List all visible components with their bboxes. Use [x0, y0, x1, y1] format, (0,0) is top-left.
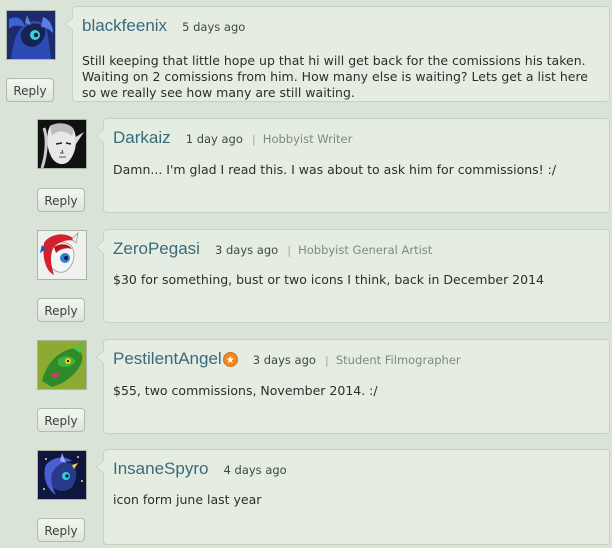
- reply-button[interactable]: Reply: [37, 518, 85, 542]
- comment-bubble: ZeroPegasi 3 days ago | Hobbyist General…: [96, 229, 610, 323]
- comment-text: $55, two commissions, November 2014. :/: [113, 383, 378, 398]
- comment-text: Still keeping that little hope up that h…: [82, 53, 588, 100]
- comment-bubble: InsaneSpyro 4 days ago icon form june la…: [96, 449, 610, 545]
- reply-button[interactable]: Reply: [37, 408, 85, 432]
- reply-button[interactable]: Reply: [6, 78, 54, 102]
- comment-header: PestilentAngel ★ 3 days ago | Student Fil…: [113, 349, 461, 369]
- reply-button[interactable]: Reply: [37, 188, 85, 212]
- comment-bubble: PestilentAngel ★ 3 days ago | Student Fil…: [96, 339, 610, 434]
- comment-bubble: blackfeenix 5 days ago Still keeping tha…: [65, 6, 610, 102]
- user-role: Student Filmographer: [335, 353, 461, 367]
- comment-text: Damn... I'm glad I read this. I was abou…: [113, 162, 557, 177]
- timestamp-link[interactable]: 3 days ago: [215, 243, 278, 257]
- night-pony-avatar-icon: [38, 451, 86, 499]
- username-link[interactable]: blackfeenix: [82, 16, 167, 35]
- timestamp-link[interactable]: 4 days ago: [224, 463, 287, 477]
- comment-header: InsaneSpyro 4 days ago: [113, 459, 287, 479]
- red-maned-pony-avatar-icon: [38, 231, 86, 279]
- comment-header: ZeroPegasi 3 days ago | Hobbyist General…: [113, 239, 432, 259]
- timestamp-link[interactable]: 3 days ago: [253, 353, 316, 367]
- reply-button[interactable]: Reply: [37, 298, 85, 322]
- comment-header: blackfeenix 5 days ago: [82, 16, 245, 36]
- avatar[interactable]: [37, 450, 87, 500]
- username-link[interactable]: PestilentAngel: [113, 349, 222, 368]
- separator: |: [251, 133, 256, 146]
- comment-header: Darkaiz 1 day ago | Hobbyist Writer: [113, 128, 352, 148]
- username-link[interactable]: ZeroPegasi: [113, 239, 200, 258]
- user-role: Hobbyist Writer: [262, 132, 353, 146]
- avatar[interactable]: [37, 119, 87, 169]
- comment-bubble: Darkaiz 1 day ago | Hobbyist Writer Damn…: [96, 118, 610, 213]
- user-role: Hobbyist General Artist: [298, 243, 433, 257]
- princess-luna-pony-avatar-icon: [7, 11, 55, 59]
- separator: |: [287, 244, 291, 257]
- comment-text: icon form june last year: [113, 492, 262, 507]
- premium-star-badge-icon: ★: [222, 352, 238, 367]
- separator: |: [325, 354, 329, 367]
- avatar[interactable]: [37, 230, 87, 280]
- elf-sketch-avatar-icon: [38, 120, 86, 168]
- timestamp-link[interactable]: 5 days ago: [182, 20, 245, 34]
- username-link[interactable]: Darkaiz: [113, 128, 171, 147]
- green-dragon-avatar-icon: [38, 341, 86, 389]
- avatar[interactable]: [37, 340, 87, 390]
- avatar[interactable]: [6, 10, 56, 60]
- timestamp-link[interactable]: 1 day ago: [186, 132, 243, 146]
- username-link[interactable]: InsaneSpyro: [113, 459, 208, 478]
- comment-text: $30 for something, bust or two icons I t…: [113, 272, 544, 287]
